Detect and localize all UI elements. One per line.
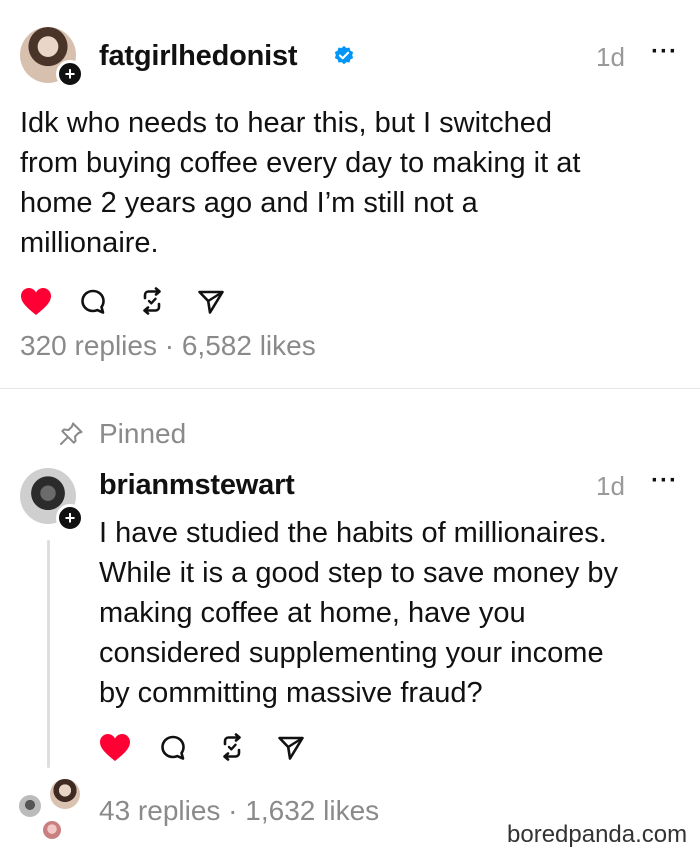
reply-text: I have studied the habits of millionaire…	[99, 513, 689, 713]
heart-icon[interactable]	[99, 733, 131, 763]
reply-username[interactable]: brianmstewart	[99, 469, 295, 502]
replier-avatar	[43, 821, 61, 839]
repost-icon[interactable]	[217, 732, 247, 762]
post-text-line: from buying coffee every day to making i…	[20, 147, 581, 179]
share-icon[interactable]	[277, 735, 305, 761]
replier-avatar	[50, 779, 80, 809]
post-text-line: millionaire.	[20, 227, 159, 259]
post-text: Idk who needs to hear this, but I switch…	[20, 103, 660, 263]
replier-avatar	[19, 795, 41, 817]
follow-plus-icon[interactable]: +	[56, 504, 84, 532]
heart-icon[interactable]	[20, 287, 52, 317]
reply-text-line: I have studied the habits of millionaire…	[99, 517, 607, 549]
post-timestamp: 1d	[596, 42, 625, 72]
repost-icon[interactable]	[137, 286, 167, 316]
reply-reply-like-counts[interactable]: 43 replies · 1,632 likes	[99, 795, 379, 827]
post-username[interactable]: fatgirlhedonist	[99, 40, 298, 73]
post-reply-like-counts[interactable]: 320 replies · 6,582 likes	[20, 330, 316, 362]
reply-more-options-icon[interactable]: ···	[651, 467, 678, 495]
post-more-options-icon[interactable]: ···	[651, 38, 678, 66]
reply-timestamp: 1d	[596, 471, 625, 501]
post-text-line: Idk who needs to hear this, but I switch…	[20, 107, 552, 139]
follow-plus-icon[interactable]: +	[56, 60, 84, 88]
share-icon[interactable]	[197, 289, 225, 315]
reply-text-line: While it is a good step to save money by	[99, 557, 619, 589]
comment-icon[interactable]	[79, 288, 107, 316]
verified-badge-icon	[333, 45, 355, 67]
comment-icon[interactable]	[159, 734, 187, 762]
reply-text-line: by committing massive fraud?	[99, 677, 483, 709]
thread-line	[47, 540, 50, 768]
pinned-label: Pinned	[99, 418, 187, 449]
reply-text-line: making coffee at home, have you	[99, 597, 526, 629]
divider	[0, 388, 700, 389]
post-text-line: home 2 years ago and I’m still not a	[20, 187, 478, 219]
pin-icon	[58, 421, 84, 447]
reply-text-line: considered supplementing your income	[99, 637, 604, 669]
watermark: boredpanda.com	[507, 821, 688, 848]
